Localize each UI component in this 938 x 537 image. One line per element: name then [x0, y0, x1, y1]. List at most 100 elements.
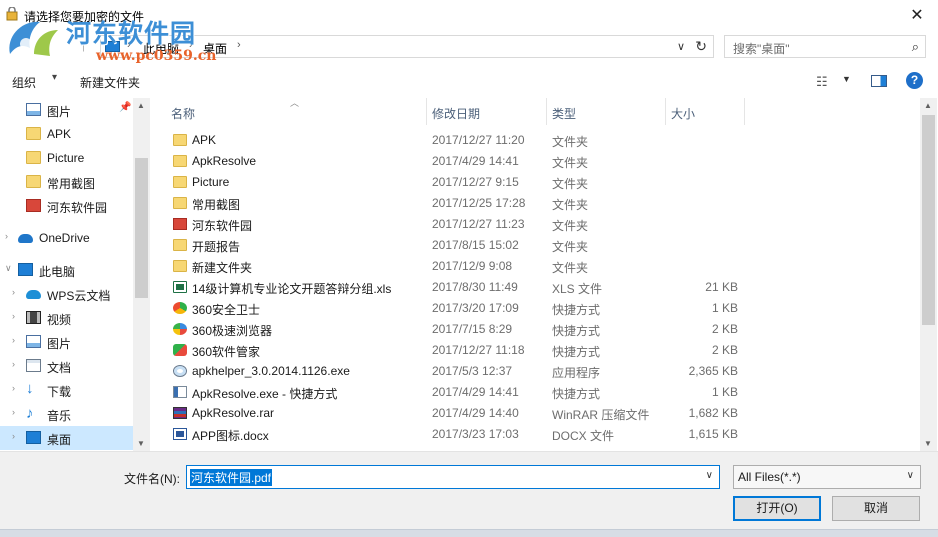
file-row[interactable]: 14级计算机专业论文开题答辩分组.xls 2017/8/30 11:49 XLS 文… — [150, 277, 920, 298]
rar-file-icon — [173, 407, 187, 419]
column-divider[interactable] — [546, 98, 547, 125]
column-divider[interactable] — [744, 98, 745, 125]
breadcrumb-this-pc[interactable]: 此电脑 — [143, 40, 179, 57]
file-type: 快捷方式 — [552, 303, 601, 317]
docx-file-icon — [173, 428, 187, 440]
chevron-right-icon[interactable]: › — [12, 407, 15, 417]
cancel-button[interactable]: 取消 — [832, 496, 920, 521]
chevron-down-icon[interactable]: ▼ — [842, 74, 851, 84]
file-type: 应用程序 — [552, 366, 601, 380]
nav-item-wps-cloud[interactable]: › WPS云文档 — [0, 282, 133, 306]
organize-button[interactable]: 组织 — [12, 74, 36, 91]
breadcrumb-chevron-icon[interactable]: › — [127, 39, 131, 51]
scroll-thumb[interactable] — [922, 115, 935, 325]
file-row[interactable]: 开题报告 2017/8/15 15:02 文件夹 — [150, 235, 920, 256]
filename-input[interactable]: 河东软件园.pdf ∨ — [186, 465, 720, 489]
nav-item-documents[interactable]: › 文档 — [0, 354, 133, 378]
search-input[interactable]: 搜索"桌面" ⌕ — [724, 35, 926, 58]
file-date: 2017/4/29 14:40 — [432, 406, 519, 420]
chevron-right-icon[interactable]: › — [12, 431, 15, 441]
nav-item-onedrive[interactable]: › OneDrive — [0, 226, 133, 250]
new-folder-button[interactable]: 新建文件夹 — [80, 74, 140, 91]
file-date: 2017/3/20 17:09 — [432, 301, 519, 315]
close-button[interactable]: ✕ — [902, 2, 932, 28]
file-date: 2017/12/27 9:15 — [432, 175, 519, 189]
column-divider[interactable] — [426, 98, 427, 125]
file-row[interactable]: 360安全卫士 2017/3/20 17:09 快捷方式 1 KB — [150, 298, 920, 319]
file-row[interactable]: Picture 2017/12/27 9:15 文件夹 — [150, 172, 920, 193]
chevron-right-icon[interactable]: › — [12, 383, 15, 393]
file-name: 新建文件夹 — [192, 261, 253, 275]
help-icon[interactable]: ? — [906, 72, 923, 89]
nav-item-music[interactable]: › ♪ 音乐 — [0, 402, 133, 426]
chevron-right-icon[interactable]: › — [12, 311, 15, 321]
chevron-down-icon[interactable]: ▾ — [52, 72, 57, 83]
nav-item-this-pc[interactable]: ∨ 此电脑 — [0, 258, 133, 282]
file-type: 文件夹 — [552, 198, 589, 212]
file-row[interactable]: 360软件管家 2017/12/27 11:18 快捷方式 2 KB — [150, 340, 920, 361]
file-name: 开题报告 — [192, 240, 241, 254]
wps-cloud-icon — [26, 290, 41, 299]
file-row[interactable]: apkhelper_3.0.2014.1126.exe 2017/5/3 12:3… — [150, 361, 920, 382]
breadcrumb-chevron-icon[interactable]: › — [237, 39, 241, 51]
column-header-size[interactable]: 大小 — [671, 105, 695, 122]
address-row: ↑ › 此电脑 › 桌面 › ∨ ↻ 搜索"桌面" ⌕ — [0, 34, 938, 60]
scroll-up-icon[interactable]: ▲ — [924, 101, 932, 110]
filename-value[interactable]: 河东软件园.pdf — [190, 469, 273, 486]
nav-item-downloads[interactable]: › ↓ 下载 — [0, 378, 133, 402]
nav-scrollbar[interactable]: ▲ ▼ — [133, 98, 150, 451]
scroll-down-icon[interactable]: ▼ — [137, 439, 145, 448]
chevron-right-icon[interactable]: › — [12, 287, 15, 297]
file-row[interactable]: APP图标.docx 2017/3/23 17:03 DOCX 文件 1,615 KB — [150, 424, 920, 445]
view-options-icon[interactable]: ☷ — [816, 74, 828, 90]
pin-icon[interactable]: 📌 — [119, 102, 131, 113]
nav-item-pictures[interactable]: › 图片 — [0, 330, 133, 354]
file-row[interactable]: 河东软件园 2017/12/27 11:23 文件夹 — [150, 214, 920, 235]
file-list-scrollbar[interactable]: ▲ ▼ — [920, 98, 937, 451]
breadcrumb-chevron-icon[interactable]: › — [189, 39, 193, 51]
nav-item-label: 音乐 — [47, 409, 72, 423]
nav-item-desktop[interactable]: › 桌面 — [0, 426, 133, 450]
chevron-down-icon[interactable]: ∨ — [706, 470, 713, 481]
file-row[interactable]: 360极速浏览器 2017/7/15 8:29 快捷方式 2 KB — [150, 319, 920, 340]
chevron-right-icon[interactable]: › — [12, 359, 15, 369]
column-header-name[interactable]: 名称 — [171, 105, 195, 122]
preview-pane-icon[interactable] — [871, 75, 887, 87]
nav-item-hedong[interactable]: 河东软件园 — [0, 194, 133, 218]
nav-item-videos[interactable]: › 视频 — [0, 306, 133, 330]
file-date: 2017/8/30 11:49 — [432, 280, 518, 294]
file-type: 文件夹 — [552, 135, 589, 149]
scroll-thumb[interactable] — [135, 158, 148, 298]
nav-item-apk[interactable]: APK — [0, 122, 133, 146]
address-bar[interactable]: › 此电脑 › 桌面 › ∨ ↻ — [100, 35, 714, 58]
breadcrumb-desktop[interactable]: 桌面 — [203, 40, 227, 57]
nav-item-pictures-quick[interactable]: 图片 📌 — [0, 98, 133, 122]
address-history-chevron-icon[interactable]: ∨ — [677, 40, 685, 53]
scroll-down-icon[interactable]: ▼ — [924, 439, 932, 448]
filetype-select[interactable]: All Files(*.*) ∨ — [733, 465, 921, 489]
file-date: 2017/5/3 12:37 — [432, 364, 513, 378]
column-divider[interactable] — [665, 98, 666, 125]
up-arrow-icon[interactable]: ↑ — [80, 38, 87, 54]
refresh-icon[interactable]: ↻ — [695, 38, 707, 55]
chevron-right-icon[interactable]: › — [12, 335, 15, 345]
column-header-type[interactable]: 类型 — [552, 105, 576, 122]
chevron-right-icon[interactable]: › — [5, 231, 8, 241]
file-row[interactable]: 常用截图 2017/12/25 17:28 文件夹 — [150, 193, 920, 214]
search-icon[interactable]: ⌕ — [912, 39, 919, 55]
file-row[interactable]: ApkResolve.exe - 快捷方式 2017/4/29 14:41 快捷方式… — [150, 382, 920, 403]
file-row[interactable]: 新建文件夹 2017/12/9 9:08 文件夹 — [150, 256, 920, 277]
nav-item-screenshots[interactable]: 常用截图 — [0, 170, 133, 194]
folder-icon — [26, 175, 41, 188]
column-header-date[interactable]: 修改日期 — [432, 105, 480, 122]
file-date: 2017/3/23 17:03 — [432, 427, 519, 441]
chevron-down-icon[interactable]: ∨ — [907, 470, 914, 481]
chevron-down-icon[interactable]: ∨ — [5, 263, 12, 274]
scroll-up-icon[interactable]: ▲ — [137, 101, 145, 110]
file-row[interactable]: ApkResolve.rar 2017/4/29 14:40 WinRAR 压缩文件… — [150, 403, 920, 424]
nav-item-picture[interactable]: Picture — [0, 146, 133, 170]
file-row[interactable]: ApkResolve 2017/4/29 14:41 文件夹 — [150, 151, 920, 172]
file-row[interactable]: APK 2017/12/27 11:20 文件夹 — [150, 130, 920, 151]
open-button[interactable]: 打开(O) — [733, 496, 821, 521]
nav-item-label: 此电脑 — [39, 265, 76, 279]
